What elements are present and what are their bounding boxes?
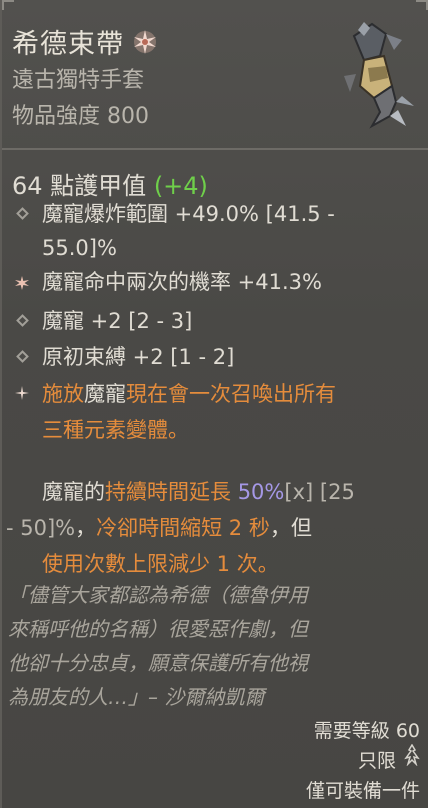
flavor-text: 「儘管大家都認為希德（德魯伊用 來稱呼他的名稱）很愛惡作劇，但 他卻十分忠貞，願… [8, 578, 408, 714]
legend-text: 持續時間延長 [105, 480, 231, 504]
druid-class-icon [404, 744, 420, 766]
legendary-power-text-4: 使用次數上限減少 1 次。 [42, 546, 422, 582]
class-restriction: 只限 [357, 750, 396, 772]
legendary-power-text: 施放魔寵現在會一次召喚出所有 三種元素變體。 [42, 376, 422, 448]
armor-bonus: (+4) [153, 172, 208, 200]
legendary-aspect-star-icon [15, 386, 29, 400]
item-tooltip: 希德束帶 遠古獨特手套 物品強度 800 64 點護甲值 (+4) 魔寵爆炸範圍… [0, 0, 428, 808]
legend-text: ， [75, 516, 97, 540]
affix-primal-binding: 原初束縛 +2 [1 - 2] [42, 345, 235, 369]
affix-line: 魔寵爆炸範圍 +49.0% [41.5 - [42, 202, 335, 226]
unique-star-icon [134, 29, 156, 54]
greater-affix-star-icon [15, 276, 29, 290]
legend-value: 50% [237, 480, 285, 504]
legendary-power-text-2: 魔寵的持續時間延長 50%[x] [25 [42, 474, 422, 510]
frame-corner-left [2, 0, 14, 10]
flavor-line: 來稱呼他的名稱）很愛惡作劇，但 [8, 617, 308, 641]
legend-text: ，但 [269, 516, 312, 540]
legend-text: 冷卻時間縮短 2 秒 [96, 516, 270, 540]
legend-text: 施放 [42, 382, 84, 406]
flavor-line: 他卻十分忠貞，願意保護所有他視 [8, 651, 308, 675]
affix-explosion-radius: 魔寵爆炸範圍 +49.0% [41.5 - 55.0]% [42, 197, 412, 265]
unique-equip: 僅可裝備一件 [305, 780, 420, 802]
title-row: 希德束帶 [12, 22, 158, 61]
required-level: 需要等級 60 [313, 720, 420, 742]
legend-text: 現在會一次召喚出所有 [126, 382, 336, 406]
flavor-line: 為朋友的人…」– 沙爾納凱爾 [8, 685, 265, 709]
affix-bullet-icon [16, 314, 29, 327]
legendary-power-text-3: - 50]%，冷卻時間縮短 2 秒，但 [6, 510, 426, 546]
legend-text: 使用次數上限減少 1 次。 [42, 552, 279, 576]
affix-bullet-icon [16, 207, 29, 220]
item-power: 物品強度 800 [12, 104, 149, 129]
legend-range: [25 [319, 480, 355, 504]
affix-line: 55.0]% [42, 236, 117, 260]
armor-value: 64 點護甲值 (+4) [12, 166, 208, 201]
item-name: 希德束帶 [12, 29, 124, 60]
flavor-line: 「儘管大家都認為希德（德魯伊用 [8, 583, 308, 607]
header-divider [2, 148, 428, 150]
legend-text: 三種元素變體。 [42, 418, 189, 442]
legend-text: 的 [84, 480, 105, 504]
gloves-item-icon [344, 22, 414, 129]
armor-text: 64 點護甲值 [12, 172, 147, 200]
affix-double-hit: 魔寵命中兩次的機率 +41.3% [42, 270, 322, 294]
legend-range: - 50]% [6, 516, 76, 540]
affix-companion-skill: 魔寵 +2 [2 - 3] [42, 309, 193, 333]
item-type: 遠古獨特手套 [12, 68, 145, 93]
legend-multiplier: [x] [284, 480, 314, 504]
legend-keyword: 魔寵 [84, 382, 126, 406]
frame-corner-right [416, 0, 428, 10]
affix-bullet-icon [16, 350, 29, 363]
legend-keyword: 魔寵 [42, 480, 84, 504]
